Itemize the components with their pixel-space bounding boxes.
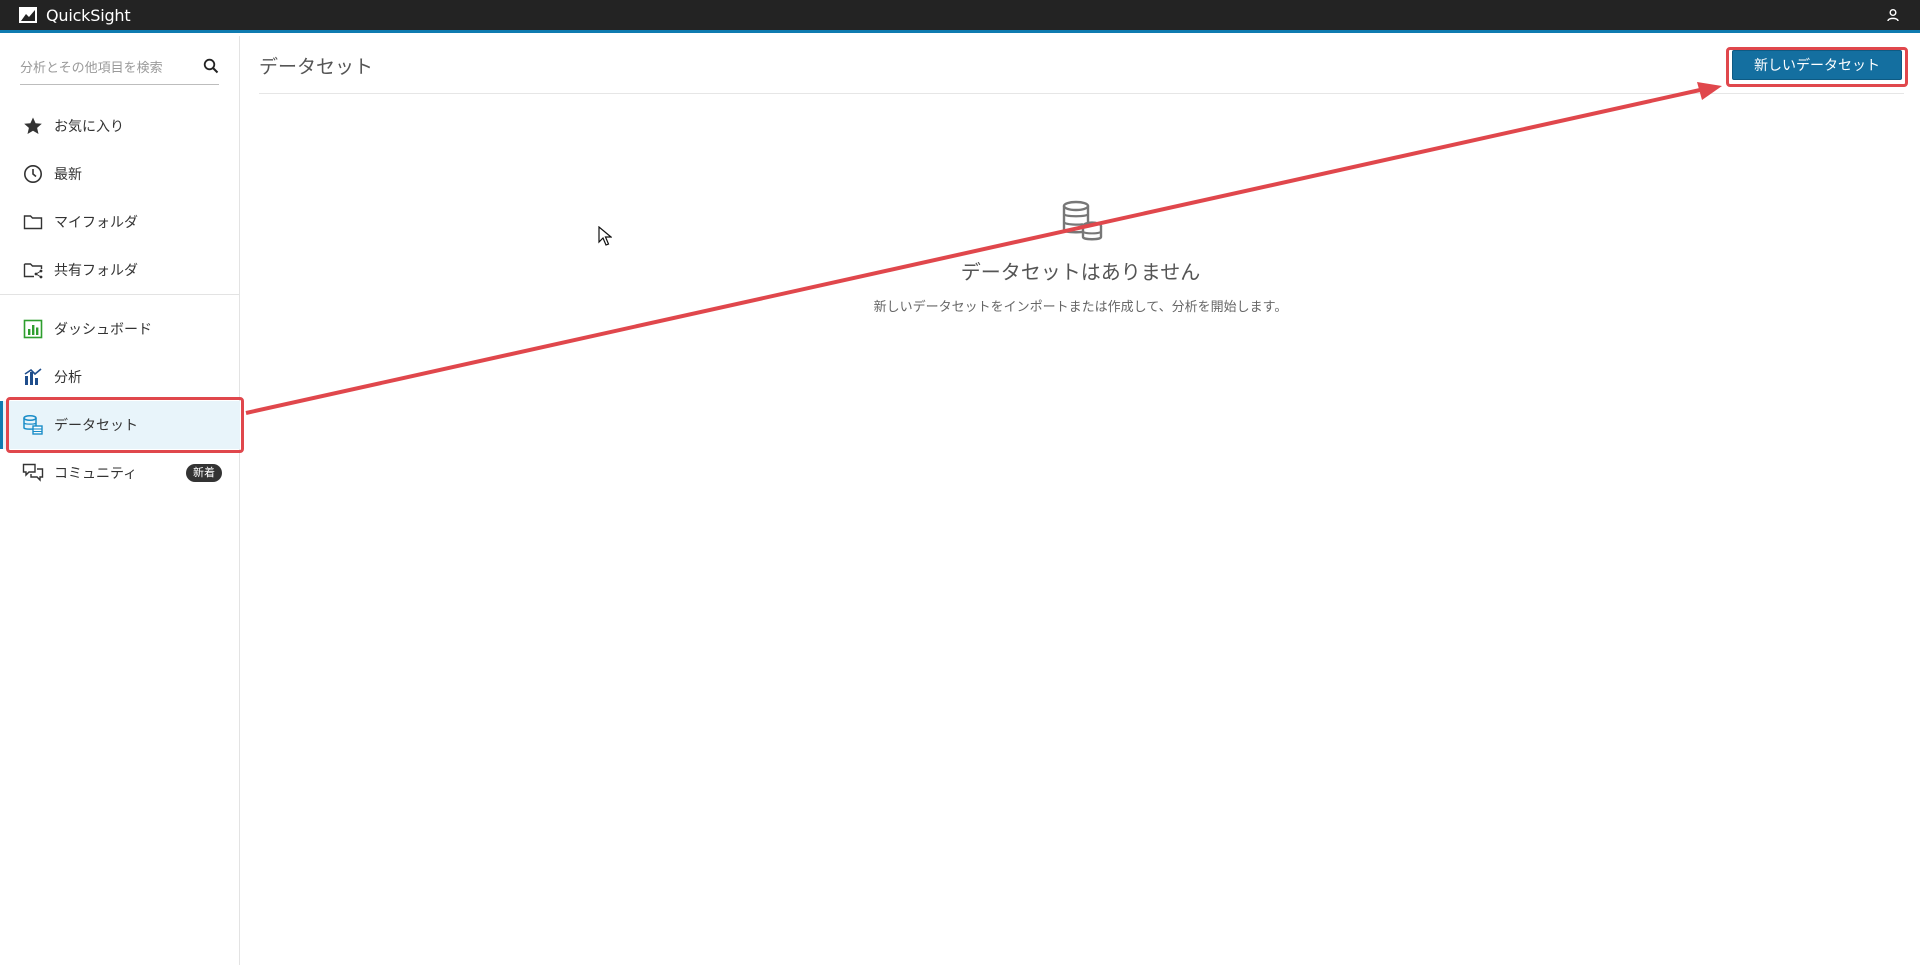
mouse-cursor-icon xyxy=(598,226,612,246)
search-input[interactable] xyxy=(20,53,195,83)
sidebar-item-label: データセット xyxy=(54,418,138,434)
analysis-icon xyxy=(22,366,44,388)
sidebar-item-community[interactable]: コミュニティ 新着 xyxy=(0,449,240,497)
empty-state: データセットはありません 新しいデータセットをインポートまたは作成して、分析を開… xyxy=(241,198,1920,315)
shared-folder-icon xyxy=(22,259,44,281)
sidebar-item-recent[interactable]: 最新 xyxy=(0,150,240,198)
sidebar-item-datasets[interactable]: データセット xyxy=(0,401,240,449)
sidebar-item-dashboards[interactable]: ダッシュボード xyxy=(0,305,240,353)
dashboard-icon xyxy=(22,318,44,340)
community-icon xyxy=(22,462,44,484)
new-dataset-button[interactable]: 新しいデータセット xyxy=(1732,50,1902,80)
sidebar-item-favorites[interactable]: お気に入り xyxy=(0,102,240,150)
search-icon[interactable] xyxy=(203,58,219,74)
sidebar-item-label: 最新 xyxy=(54,167,82,183)
clock-icon xyxy=(22,163,44,185)
sidebar-item-label: ダッシュボード xyxy=(54,322,152,338)
sidebar-nav-primary: お気に入り 最新 マイフォルダ 共有フォルダ xyxy=(0,102,240,294)
sidebar-item-analyses[interactable]: 分析 xyxy=(0,353,240,401)
folder-icon xyxy=(22,211,44,233)
page-title: データセット xyxy=(259,56,374,78)
sidebar-item-label: マイフォルダ xyxy=(54,215,138,231)
dataset-empty-icon xyxy=(1062,200,1102,241)
sidebar-item-label: コミュニティ xyxy=(54,466,138,482)
empty-state-title: データセットはありません xyxy=(960,260,1201,284)
quicksight-logo-icon xyxy=(19,7,37,23)
sidebar-item-my-folders[interactable]: マイフォルダ xyxy=(0,198,240,246)
dataset-icon xyxy=(22,414,44,436)
sidebar-item-label: 共有フォルダ xyxy=(54,263,138,279)
app-brand[interactable]: QuickSight xyxy=(18,5,131,25)
star-icon xyxy=(22,115,44,137)
app-name: QuickSight xyxy=(46,5,131,25)
sidebar-item-label: お気に入り xyxy=(54,119,124,135)
sidebar-item-label: 分析 xyxy=(54,370,82,386)
user-icon[interactable] xyxy=(1886,8,1900,22)
sidebar: お気に入り 最新 マイフォルダ 共有フォルダ ダッシュボード xyxy=(0,36,240,965)
search-box xyxy=(20,53,219,85)
header-divider xyxy=(259,93,1904,94)
sidebar-item-shared-folders[interactable]: 共有フォルダ xyxy=(0,246,240,294)
empty-state-description: 新しいデータセットをインポートまたは作成して、分析を開始します。 xyxy=(873,300,1288,315)
top-navigation-bar: QuickSight xyxy=(0,0,1920,33)
main-content: データセット 新しいデータセット データセットはありません 新しいデータセットを… xyxy=(241,36,1920,965)
sidebar-nav-secondary: ダッシュボード 分析 データセット コミュニティ 新着 xyxy=(0,294,240,497)
new-badge: 新着 xyxy=(186,464,222,482)
